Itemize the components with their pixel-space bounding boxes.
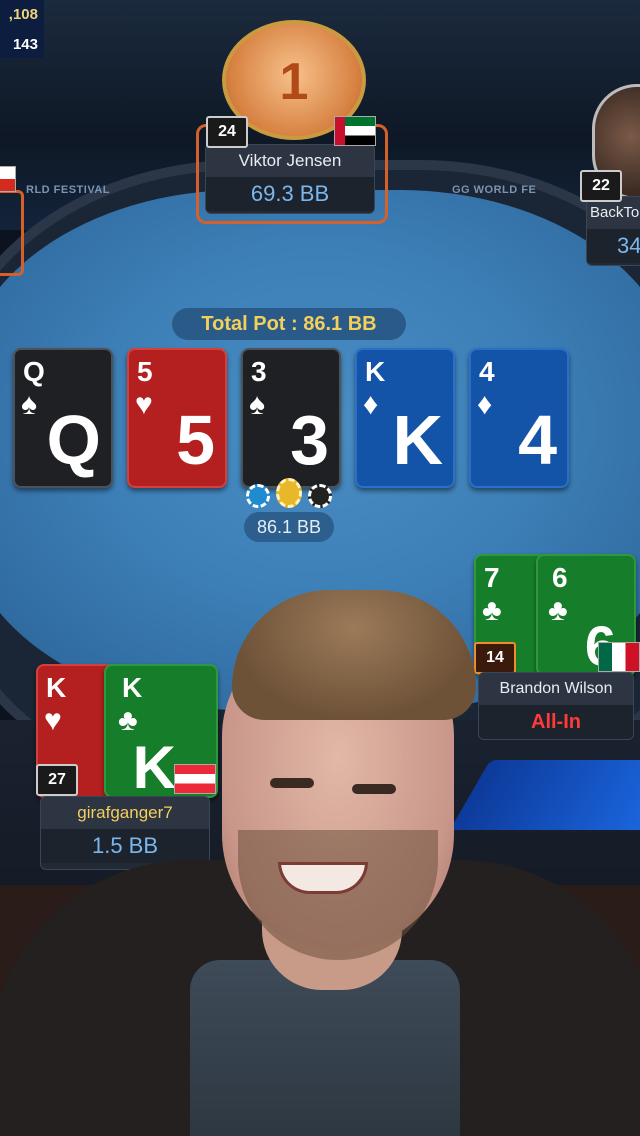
board-card-4: K ♦ K [355,348,455,488]
card-rank: 3 [251,356,267,387]
card-rank: 4 [479,356,495,387]
board-card-5: 4 ♦ 4 [469,348,569,488]
table-brand-right: GG WORLD FE [452,184,537,196]
player-stack: 69.3 BB [206,177,374,211]
card-rank-large: K [392,401,443,479]
player-level-badge: 22 [580,170,622,202]
card-rank: 7 [484,562,500,593]
diamond-icon: ♦ [363,388,379,421]
card-rank: 5 [137,356,153,387]
board-card-3: 3 ♠ 3 [241,348,341,488]
player-stack: 34 [587,229,640,263]
card-rank-large: Q [46,401,101,479]
hud-value-top: ,108 [8,6,38,23]
chip-icon [246,484,270,508]
player-name: Viktor Jensen [206,145,374,177]
card-rank-large: 5 [176,401,215,479]
chip-icon [308,484,332,508]
hud-value-bottom: 143 [12,36,38,53]
flag-icon [0,166,16,192]
player-level-badge: 24 [206,116,248,148]
left-eye [270,778,314,788]
flag-mexico-icon [598,642,640,672]
nameplate-right: Brandon Wilson All-In [478,672,634,740]
club-icon: ♣ [482,594,502,627]
card-rank: Q [23,356,45,387]
card-rank: K [122,672,143,703]
flag-uae-icon [334,116,376,146]
card-rank-large: 3 [290,401,329,479]
card-rank-large: 4 [518,401,557,479]
hud-panel: ,108 143 [0,0,44,58]
right-eye [352,784,396,794]
nameplate-right-top: BackTo 34 [586,196,640,266]
player-name: girafganger7 [41,797,209,829]
pot-amount: 86.1 BB [244,512,334,542]
spade-icon: ♠ [21,388,37,421]
card-rank-large: K [132,734,176,798]
nameplate-hero: girafganger7 1.5 BB [40,796,210,870]
rank-medal-number: 1 [279,53,309,111]
card-rank: 6 [552,562,568,593]
chip-stack-icon [276,478,302,508]
board-card-2: 5 ♥ 5 [127,348,227,488]
heart-icon: ♥ [44,704,62,737]
card-rank: K [46,672,67,703]
player-level-badge: 27 [36,764,78,796]
player-level-badge: 14 [474,642,516,674]
card-rank: K [365,356,386,387]
poker-stream-frame: RLD FESTIVAL GG WORLD FE ,108 143 1 Vikt… [0,0,640,1136]
nameplate-top: Viktor Jensen 69.3 BB [205,144,375,214]
spade-icon: ♠ [249,388,265,421]
table-brand-left: RLD FESTIVAL [26,184,111,196]
player-name: Brandon Wilson [479,673,633,705]
board-card-1: Q ♠ Q [13,348,113,488]
player-status-allin: All-In [479,705,633,739]
diamond-icon: ♦ [477,388,493,421]
total-pot-label: Total Pot : 86.1 BB [172,308,406,340]
player-stack: 1.5 BB [41,829,209,863]
flag-austria-icon [174,764,216,794]
club-icon: ♣ [548,594,568,627]
heart-icon: ♥ [135,388,153,421]
left-seat-frame [0,190,24,276]
